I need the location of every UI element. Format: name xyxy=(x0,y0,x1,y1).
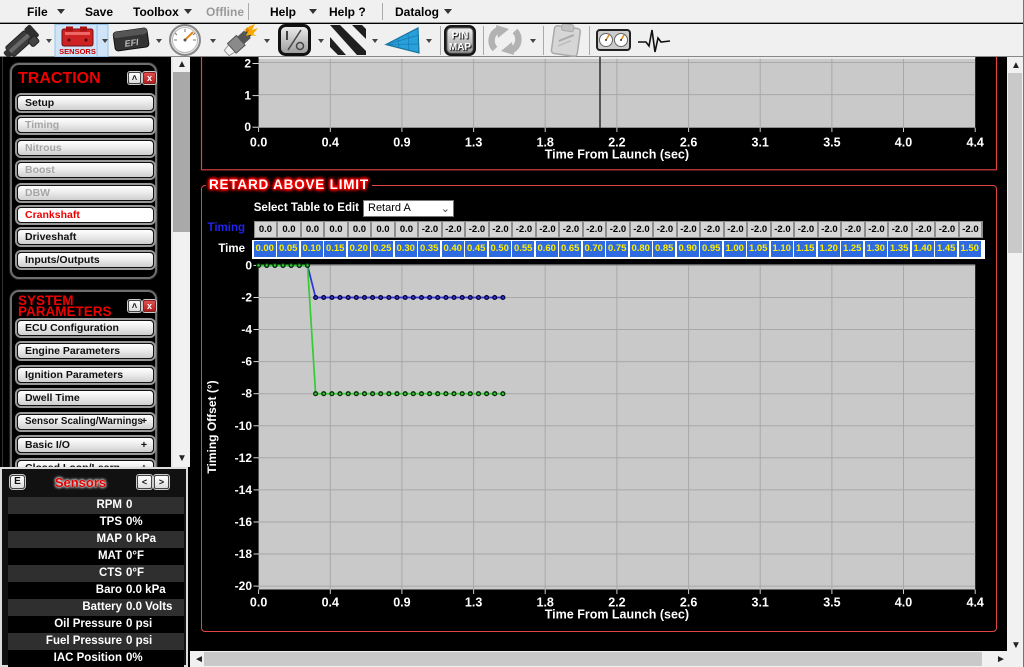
svg-text:4.0: 4.0 xyxy=(895,136,912,150)
svg-text:-8: -8 xyxy=(241,387,252,401)
svg-text:-16: -16 xyxy=(235,515,253,529)
svg-text:1: 1 xyxy=(244,89,251,103)
svg-text:0.9: 0.9 xyxy=(393,136,410,150)
svg-text:Timing Offset (°): Timing Offset (°) xyxy=(205,380,219,473)
svg-text:3.5: 3.5 xyxy=(823,596,840,610)
svg-text:-12: -12 xyxy=(235,451,253,465)
svg-text:0: 0 xyxy=(245,258,252,272)
svg-text:0.4: 0.4 xyxy=(322,596,339,610)
svg-text:-4: -4 xyxy=(241,323,252,337)
svg-text:-2: -2 xyxy=(241,291,252,305)
svg-text:-18: -18 xyxy=(235,547,253,561)
svg-text:0.0: 0.0 xyxy=(250,136,267,150)
svg-text:4.4: 4.4 xyxy=(967,596,984,610)
svg-text:2: 2 xyxy=(244,57,251,71)
svg-text:SENSORS: SENSORS xyxy=(59,47,96,56)
svg-text:MAP: MAP xyxy=(449,42,472,53)
svg-text:-20: -20 xyxy=(235,579,253,593)
svg-text:3.1: 3.1 xyxy=(752,596,769,610)
svg-text:0: 0 xyxy=(244,120,251,134)
svg-text:4.4: 4.4 xyxy=(967,136,984,150)
svg-text:PIN: PIN xyxy=(452,31,469,42)
svg-text:3.5: 3.5 xyxy=(823,136,840,150)
svg-text:1.3: 1.3 xyxy=(465,596,482,610)
svg-text:4.0: 4.0 xyxy=(895,596,912,610)
svg-text:-14: -14 xyxy=(235,483,253,497)
svg-text:0.4: 0.4 xyxy=(322,136,339,150)
svg-text:-6: -6 xyxy=(241,355,252,369)
svg-text:EFI: EFI xyxy=(124,37,140,49)
svg-text:0.9: 0.9 xyxy=(393,596,410,610)
svg-text:Time From Launch (sec): Time From Launch (sec) xyxy=(545,608,689,622)
svg-text:3.1: 3.1 xyxy=(752,136,769,150)
svg-text:Time From Launch (sec): Time From Launch (sec) xyxy=(545,148,689,162)
svg-text:0.0: 0.0 xyxy=(250,596,267,610)
svg-text:-10: -10 xyxy=(235,419,253,433)
svg-text:1.3: 1.3 xyxy=(465,136,482,150)
